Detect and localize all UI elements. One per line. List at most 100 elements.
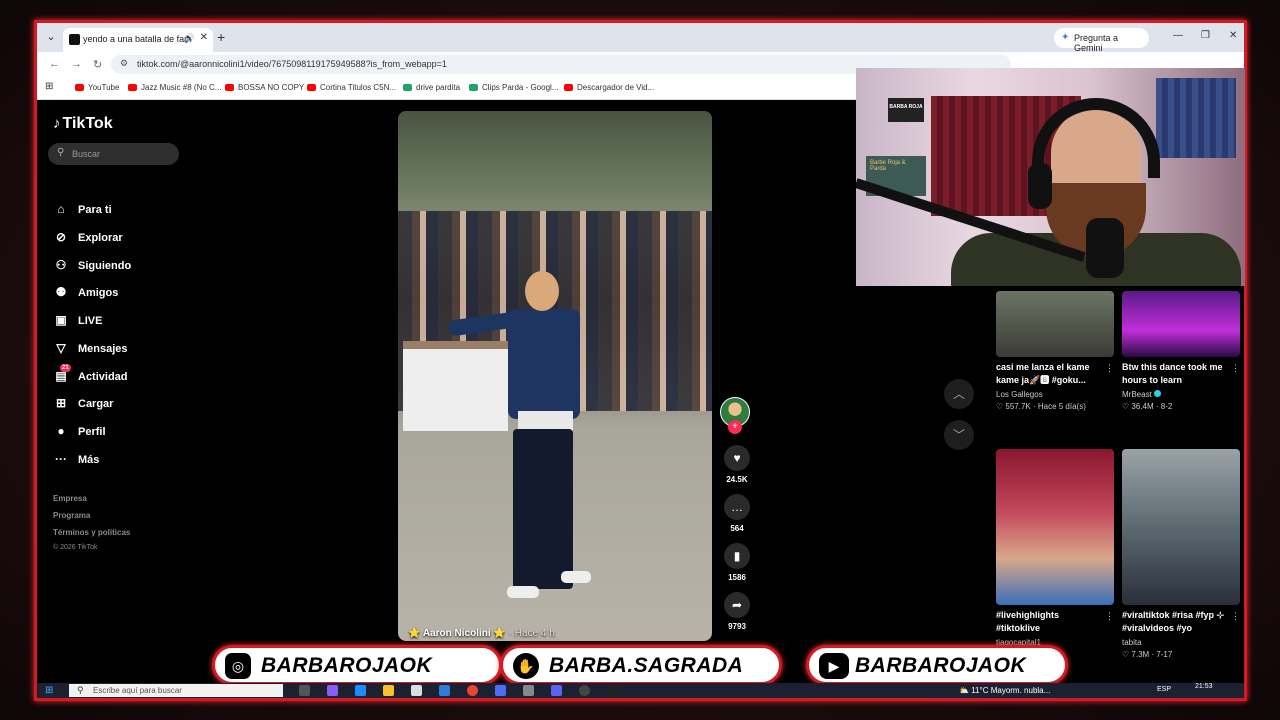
tab-search-icon[interactable]: ⌄ <box>43 30 59 46</box>
language-indicator[interactable]: ESP <box>1157 686 1171 693</box>
footer-terminos[interactable]: Términos y políticas <box>53 528 130 537</box>
follow-plus-icon[interactable]: + <box>728 420 742 434</box>
obs-icon[interactable] <box>579 685 590 696</box>
rec-item[interactable]: ⋮ #viraltiktok #risa #fyp ⊹ #viralvideos… <box>1122 449 1240 659</box>
rec-author[interactable]: tabita <box>1122 638 1240 647</box>
bookmark-jazz[interactable]: Jazz Music #8 (No C... <box>128 83 221 92</box>
save-button[interactable]: ▮ 1586 <box>720 543 754 582</box>
video-dancer <box>447 271 593 611</box>
dancer-shoe <box>561 571 591 583</box>
social-banner-handshake: ✋ BARBA.SAGRADA <box>500 645 782 685</box>
minimize-icon[interactable]: — <box>1173 30 1183 41</box>
comment-button[interactable]: … 564 <box>720 494 754 533</box>
share-button[interactable]: ➦ 9793 <box>720 592 754 631</box>
app-icon[interactable] <box>523 685 534 696</box>
store-icon[interactable] <box>411 685 422 696</box>
weather-widget[interactable]: ⛅ 11°C Mayorm. nubla... <box>959 686 1050 695</box>
home-icon: ⌂ <box>57 202 65 216</box>
task-view-icon[interactable] <box>299 685 310 696</box>
cam-sign: BARBA ROJA <box>888 98 924 122</box>
windows-start-icon[interactable]: ⊞ <box>45 685 53 696</box>
rec-thumbnail[interactable] <box>996 449 1114 605</box>
nav-para-ti[interactable]: ⌂ Para ti <box>52 202 112 222</box>
rec-thumbnail[interactable] <box>1122 291 1240 357</box>
new-tab-button[interactable]: + <box>217 29 225 45</box>
rec-title[interactable]: #livehighlights #tiktoklive <box>996 609 1104 635</box>
video-author[interactable]: ⭐ Aaron Nicolini ⭐ · Hace 4 h <box>408 628 555 639</box>
footer-programa[interactable]: Programa <box>53 511 90 520</box>
nav-label: Mensajes <box>78 343 128 355</box>
more-options-icon[interactable]: ⋮ <box>1105 363 1114 374</box>
bookmark-cortina[interactable]: Cortina Titulos C5N... <box>307 83 396 92</box>
edge-icon[interactable] <box>355 685 366 696</box>
bookmark-label: YouTube <box>88 83 120 92</box>
more-options-icon[interactable]: ⋮ <box>1231 363 1240 374</box>
rec-thumbnail[interactable] <box>996 291 1114 357</box>
restore-icon[interactable]: ❐ <box>1201 30 1210 41</box>
profile-icon: ● <box>57 424 65 438</box>
heart-icon: ♥ <box>724 445 750 471</box>
upload-icon: ⊞ <box>55 396 67 410</box>
gemini-button[interactable]: ✦ Pregunta a Gemini <box>1054 28 1149 53</box>
rec-meta: ♡ 36.4M · 8-2 <box>1122 402 1173 411</box>
tiktok-logo[interactable]: ♪ TikTok <box>53 115 113 133</box>
rec-author[interactable]: Los Gallegos <box>996 390 1114 399</box>
rec-title[interactable]: casi me lanza el kame kame ja🚀🅱 #goku... <box>996 361 1104 387</box>
drive-icon <box>403 84 412 91</box>
rec-title[interactable]: Btw this dance took me hours to learn <box>1122 361 1230 387</box>
rec-author-name: MrBeast <box>1122 390 1152 399</box>
rec-item[interactable]: ⋮ Btw this dance took me hours to learn … <box>1122 291 1240 411</box>
close-tab-icon[interactable]: ✕ <box>200 32 208 43</box>
social-banner-instagram: ◎ BARBAROJAOK <box>212 645 502 685</box>
nav-actividad[interactable]: ▤ 21 Actividad <box>52 364 128 389</box>
more-options-icon[interactable]: ⋮ <box>1105 611 1114 622</box>
bookmark-bossa[interactable]: BOSSA NO COPY <box>225 83 304 92</box>
rec-title[interactable]: #viraltiktok #risa #fyp ⊹ #viralvideos #… <box>1122 609 1230 635</box>
bookmark-descargador[interactable]: Descargador de Vid... <box>564 83 654 92</box>
next-video-button[interactable]: ﹀ <box>944 420 974 450</box>
app-icon[interactable] <box>495 685 506 696</box>
rec-author[interactable]: MrBeast <box>1122 390 1240 399</box>
close-window-icon[interactable]: ✕ <box>1229 30 1237 41</box>
site-info-icon[interactable]: ⚙ <box>120 58 128 69</box>
copilot-icon[interactable] <box>327 685 338 696</box>
nav-perfil[interactable]: ● Perfil <box>52 424 105 444</box>
nav-mas[interactable]: ··· Más <box>52 452 99 472</box>
more-options-icon[interactable]: ⋮ <box>1231 611 1240 622</box>
audio-icon[interactable]: 🔊 <box>184 33 195 44</box>
bookmark-drive[interactable]: drive pardita <box>403 83 460 92</box>
discord-icon[interactable] <box>551 685 562 696</box>
nav-mensajes[interactable]: ▽ Mensajes <box>52 341 128 361</box>
nav-explorar[interactable]: ⊘ Explorar <box>52 230 123 250</box>
forward-icon[interactable]: → <box>71 58 82 70</box>
bookmark-youtube[interactable]: YouTube <box>75 83 119 92</box>
apps-grid-icon[interactable]: ⊞ <box>45 81 53 92</box>
footer-empresa[interactable]: Empresa <box>53 494 87 503</box>
like-button[interactable]: ♥ 24.5K <box>720 445 754 484</box>
taskbar-clock[interactable]: 21:53 <box>1195 683 1213 690</box>
nav-amigos[interactable]: ⚉ Amigos <box>52 285 119 305</box>
rec-thumbnail[interactable] <box>1122 449 1240 605</box>
video-player[interactable]: ⭐ Aaron Nicolini ⭐ · Hace 4 h <box>398 111 712 641</box>
nav-cargar[interactable]: ⊞ Cargar <box>52 396 114 416</box>
chrome-icon[interactable] <box>467 685 478 696</box>
previous-video-button[interactable]: ︿ <box>944 379 974 409</box>
taskbar-search-input[interactable]: ⚲ Escribe aquí para buscar <box>69 684 283 697</box>
bookmark-label: Jazz Music #8 (No C... <box>141 83 222 92</box>
app-icon[interactable] <box>607 685 618 696</box>
reload-icon[interactable]: ↻ <box>93 58 102 71</box>
back-icon[interactable]: ← <box>49 58 60 70</box>
rec-item[interactable]: ⋮ casi me lanza el kame kame ja🚀🅱 #goku.… <box>996 291 1114 411</box>
bookmark-clips[interactable]: Clips Parda - Googl... <box>469 83 558 92</box>
nav-live[interactable]: ▣ LIVE <box>52 313 102 333</box>
nav-siguiendo[interactable]: ⚇ Siguiendo <box>52 258 132 278</box>
nav-label: Para ti <box>78 204 112 216</box>
rec-item[interactable]: ⋮ #livehighlights #tiktoklive tiagocapit… <box>996 449 1114 659</box>
browser-tab[interactable]: yendo a una batalla de fam 🔊 ✕ <box>63 28 213 52</box>
youtube-icon: ▶ <box>819 653 849 679</box>
compass-icon: ⊘ <box>55 230 67 244</box>
sagrada-handle: BARBA.SAGRADA <box>549 654 744 677</box>
search-input[interactable]: ⚲ Buscar <box>48 143 179 165</box>
app-icon[interactable] <box>439 685 450 696</box>
file-explorer-icon[interactable] <box>383 685 394 696</box>
